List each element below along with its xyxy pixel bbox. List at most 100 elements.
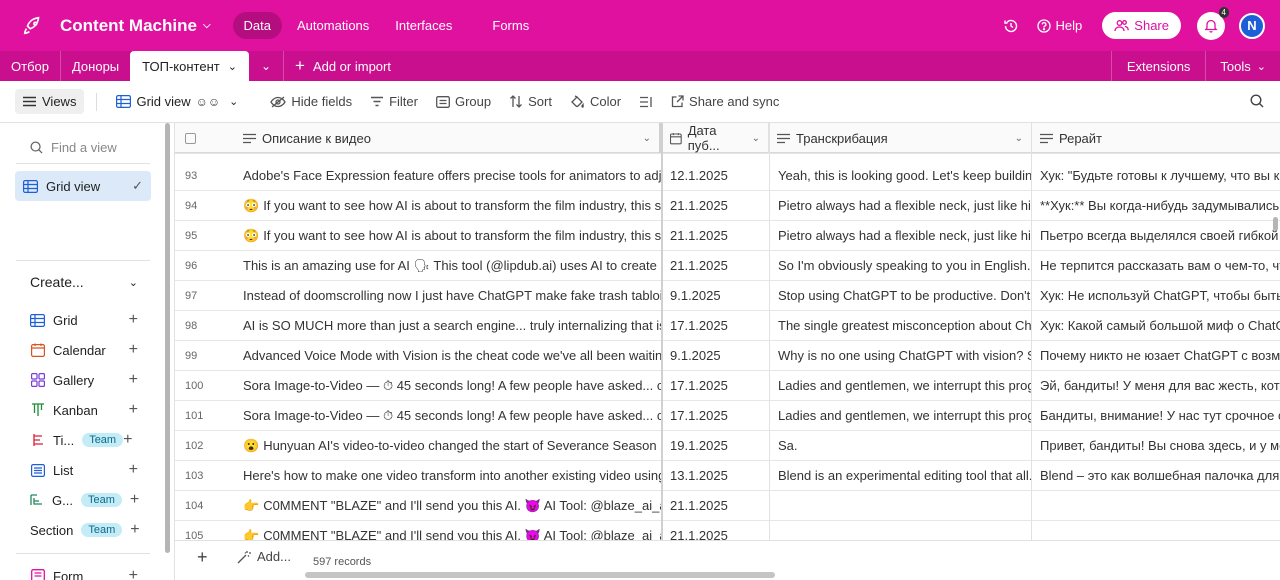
cell-transcription[interactable]: Stop using ChatGPT to be productive. Don…	[770, 281, 1031, 310]
table-row[interactable]: 102 😮 Hunyuan AI's video-to-video changed …	[175, 431, 1280, 461]
create-view-header[interactable]: Create... ⌄	[30, 274, 138, 290]
history-icon[interactable]	[1003, 18, 1019, 34]
plus-icon[interactable]: +	[129, 401, 138, 419]
cell-transcription[interactable]: Ladies and gentlemen, we interrupt this …	[770, 401, 1031, 430]
cell-rewrite[interactable]: Почему никто не юзает ChatGPT с возможн	[1032, 341, 1280, 370]
cell-rewrite[interactable]: Пьетро всегда выделялся своей гибкой шее	[1032, 221, 1280, 250]
plus-icon[interactable]: +	[129, 567, 138, 580]
row-height-button[interactable]	[630, 96, 662, 108]
cell-description[interactable]: AI is SO MUCH more than just a search en…	[235, 311, 661, 340]
share-button[interactable]: Share	[1102, 12, 1181, 39]
row-number[interactable]: 99	[175, 341, 235, 370]
row-number[interactable]: 93	[175, 161, 235, 190]
cell-date[interactable]: 21.1.2025	[662, 251, 769, 280]
cell-date[interactable]: 19.1.2025	[662, 431, 769, 460]
table-row[interactable]: 96 This is an amazing use for AI 🗣 This t…	[175, 251, 1280, 281]
add-more-button[interactable]: Add...	[237, 549, 291, 564]
cell-transcription[interactable]	[770, 491, 1031, 520]
tab-donory[interactable]: Доноры	[61, 51, 130, 81]
grid-view-switcher[interactable]: Grid view ☺☺ ⌄	[107, 94, 247, 109]
tools-button[interactable]: Tools ⌄	[1205, 51, 1280, 81]
plus-icon[interactable]: +	[123, 431, 132, 449]
row-number[interactable]: 95	[175, 221, 235, 250]
chevron-down-icon[interactable]: ⌄	[228, 60, 237, 73]
cell-rewrite[interactable]	[1032, 491, 1280, 520]
cell-date[interactable]: 21.1.2025	[662, 221, 769, 250]
cell-rewrite[interactable]: Хук: "Будьте готовы к лучшему, что вы ко…	[1032, 161, 1280, 190]
extensions-button[interactable]: Extensions	[1110, 51, 1206, 81]
cell-transcription[interactable]: So I'm obviously speaking to you in Engl…	[770, 251, 1031, 280]
create-timeline-view[interactable]: Ti... Team +	[30, 430, 138, 450]
create-form-view[interactable]: Form +	[30, 566, 138, 580]
cell-date[interactable]: 9.1.2025	[662, 281, 769, 310]
notifications-button[interactable]: 4	[1197, 6, 1229, 40]
row-number[interactable]: 100	[175, 371, 235, 400]
cell-date[interactable]: 21.1.2025	[662, 491, 769, 520]
create-kanban-view[interactable]: Kanban +	[30, 400, 138, 420]
row-number[interactable]: 97	[175, 281, 235, 310]
table-row[interactable]: 101 Sora Image-to-Video — ⏱ 45 seconds lo…	[175, 401, 1280, 431]
sort-button[interactable]: Sort	[500, 94, 561, 109]
cell-description[interactable]: 😳 If you want to see how AI is about to t…	[235, 191, 661, 220]
plus-icon[interactable]: +	[130, 521, 139, 539]
cell-date[interactable]: 17.1.2025	[662, 371, 769, 400]
find-view-search[interactable]: Find a view	[30, 140, 117, 155]
nav-data[interactable]: Data	[232, 12, 283, 39]
table-row[interactable]: 103 Here's how to make one video transfor…	[175, 461, 1280, 491]
cell-transcription[interactable]: Pietro always had a flexible neck, just …	[770, 191, 1031, 220]
cell-transcription[interactable]: Pietro always had a flexible neck, just …	[770, 221, 1031, 250]
cell-rewrite[interactable]: Привет, бандиты! Вы снова здесь, и у мен…	[1032, 431, 1280, 460]
row-number[interactable]: 101	[175, 401, 235, 430]
cell-rewrite[interactable]: Хук: Не используй ChatGPT, чтобы быть пр…	[1032, 281, 1280, 310]
cell-transcription[interactable]: Sa.	[770, 431, 1031, 460]
cell-description[interactable]: Here's how to make one video transform i…	[235, 461, 661, 490]
cell-date[interactable]: 17.1.2025	[662, 401, 769, 430]
table-row[interactable]: 104 👉 C0MMENT "BLAZE" and I'll send you th…	[175, 491, 1280, 521]
nav-automations[interactable]: Automations	[286, 12, 380, 39]
cell-date[interactable]: 17.1.2025	[662, 311, 769, 340]
plus-icon[interactable]: +	[129, 341, 138, 359]
cell-description[interactable]: 😳 If you want to see how AI is about to t…	[235, 221, 661, 250]
row-number[interactable]: 104	[175, 491, 235, 520]
table-row[interactable]: 94 😳 If you want to see how AI is about to…	[175, 191, 1280, 221]
plus-icon[interactable]: +	[129, 311, 138, 329]
tab-otbor[interactable]: Отбор	[0, 51, 61, 81]
cell-description[interactable]: 👉 C0MMENT "BLAZE" and I'll send you this …	[235, 491, 661, 520]
cell-rewrite[interactable]: Эй, бандиты! У меня для вас жесть, котор…	[1032, 371, 1280, 400]
cell-description[interactable]: 😮 Hunyuan AI's video-to-video changed the…	[235, 431, 661, 460]
cell-rewrite[interactable]: Хук: Какой самый большой миф о ChatGPT?	[1032, 311, 1280, 340]
cell-transcription[interactable]: Yeah, this is looking good. Let's keep b…	[770, 161, 1031, 190]
grid-vertical-scrollbar[interactable]	[1273, 217, 1278, 231]
cell-transcription[interactable]: The single greatest misconception about …	[770, 311, 1031, 340]
more-tables-chevron-icon[interactable]: ⌄	[249, 51, 284, 81]
grid-horizontal-scrollbar[interactable]	[305, 572, 775, 578]
plus-icon[interactable]: +	[129, 461, 138, 479]
nav-interfaces[interactable]: Interfaces	[384, 12, 463, 39]
create-gantt-view[interactable]: G... Team +	[30, 490, 139, 510]
plus-icon[interactable]: +	[129, 371, 138, 389]
cell-date[interactable]: 13.1.2025	[662, 461, 769, 490]
cell-description[interactable]: This is an amazing use for AI 🗣 This too…	[235, 251, 661, 280]
cell-rewrite[interactable]: Blend – это как волшебная палочка для ва…	[1032, 461, 1280, 490]
cell-date[interactable]: 21.1.2025	[662, 191, 769, 220]
table-row[interactable]: 99 Advanced Voice Mode with Vision is the…	[175, 341, 1280, 371]
create-grid-view[interactable]: Grid +	[30, 310, 138, 330]
create-gallery-view[interactable]: Gallery +	[30, 370, 138, 390]
cell-rewrite[interactable]: Не терпится рассказать вам о чем-то, что…	[1032, 251, 1280, 280]
row-number[interactable]: 102	[175, 431, 235, 460]
group-button[interactable]: Group	[427, 94, 500, 109]
sidebar-scrollbar[interactable]	[165, 123, 170, 553]
cell-date[interactable]: 9.1.2025	[662, 341, 769, 370]
color-button[interactable]: Color	[561, 94, 630, 109]
cell-transcription[interactable]: Blend is an experimental editing tool th…	[770, 461, 1031, 490]
filter-button[interactable]: Filter	[361, 94, 427, 109]
cell-rewrite[interactable]: **Хук:** Вы когда-нибудь задумывались, к…	[1032, 191, 1280, 220]
row-number[interactable]: 94	[175, 191, 235, 220]
add-record-plus-icon[interactable]: +	[197, 547, 208, 568]
base-name-menu[interactable]: Content Machine ⌵	[60, 16, 211, 36]
search-icon[interactable]	[1250, 94, 1264, 108]
add-or-import-button[interactable]: + Add or import	[284, 51, 402, 81]
table-row-partial[interactable]	[175, 132, 1280, 154]
row-number[interactable]: 103	[175, 461, 235, 490]
view-item-grid-view[interactable]: Grid view ✓	[15, 171, 151, 201]
